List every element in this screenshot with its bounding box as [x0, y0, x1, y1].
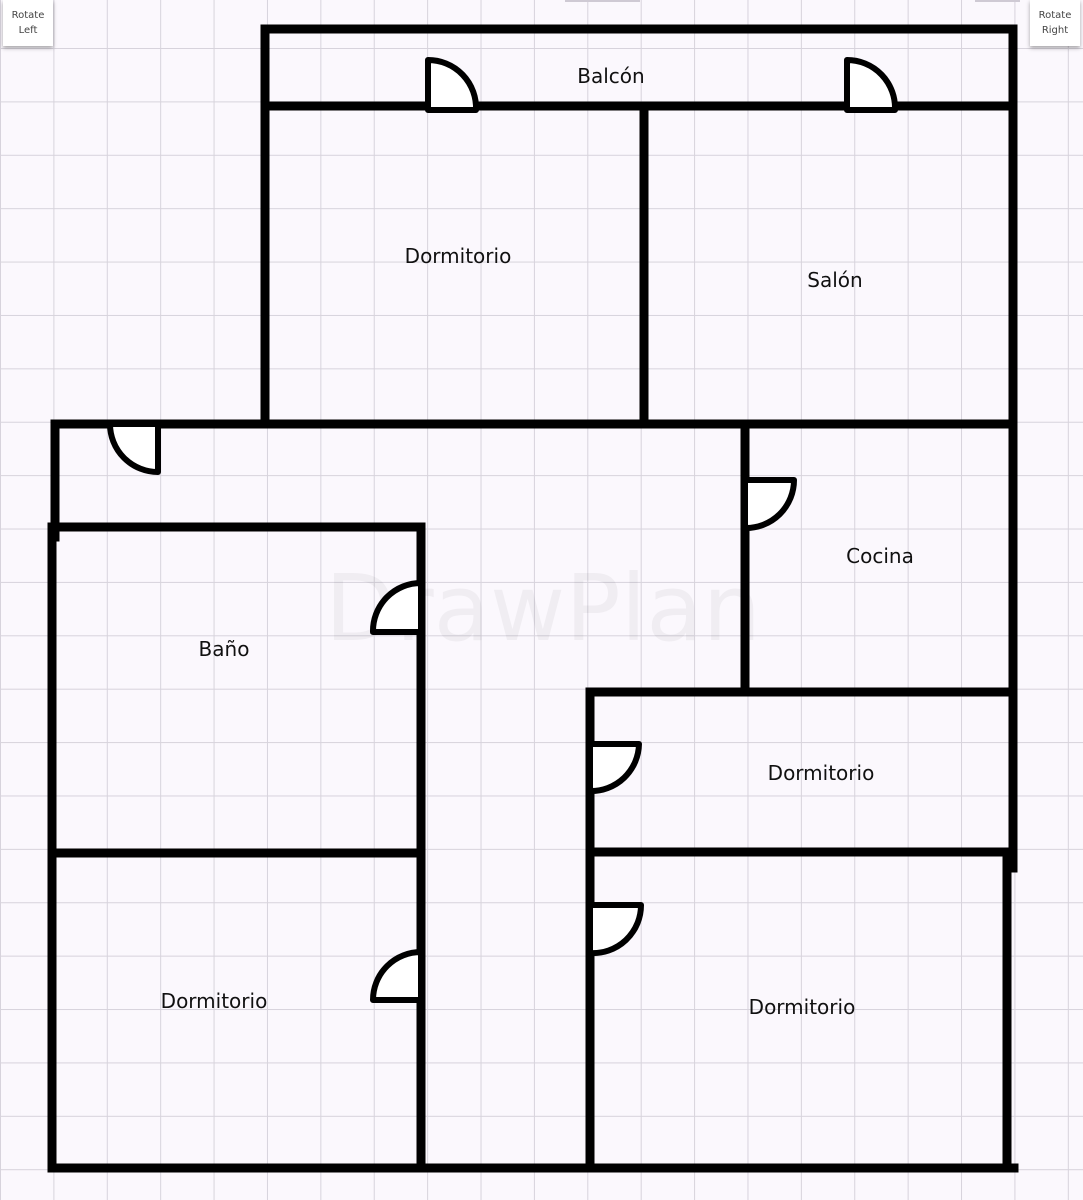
door-swing-icon[interactable] [107, 421, 161, 475]
door-swing-icon[interactable] [844, 56, 899, 113]
room-labels: Balcón Dormitorio Salón Cocina Baño Dorm… [161, 64, 914, 1019]
room-label-dormitorio[interactable]: Dormitorio [768, 761, 875, 785]
room-label-dormitorio[interactable]: Dormitorio [749, 995, 856, 1019]
room-label-balcon[interactable]: Balcón [577, 64, 644, 88]
door-swing-icon[interactable] [742, 477, 797, 532]
door-swing-icon[interactable] [425, 56, 480, 113]
door-swing-icon[interactable] [587, 902, 645, 957]
door-swing-icon[interactable] [370, 949, 424, 1003]
floor-plan-canvas[interactable]: DrawPlan Balcón Dormitorio Salón Cocina … [0, 0, 1083, 1200]
room-label-salon[interactable]: Salón [807, 268, 862, 292]
room-label-dormitorio[interactable]: Dormitorio [161, 989, 268, 1013]
room-label-bano[interactable]: Baño [199, 637, 250, 661]
room-label-cocina[interactable]: Cocina [846, 544, 914, 568]
door-swing-icon[interactable] [587, 741, 642, 795]
room-label-dormitorio[interactable]: Dormitorio [405, 244, 512, 268]
